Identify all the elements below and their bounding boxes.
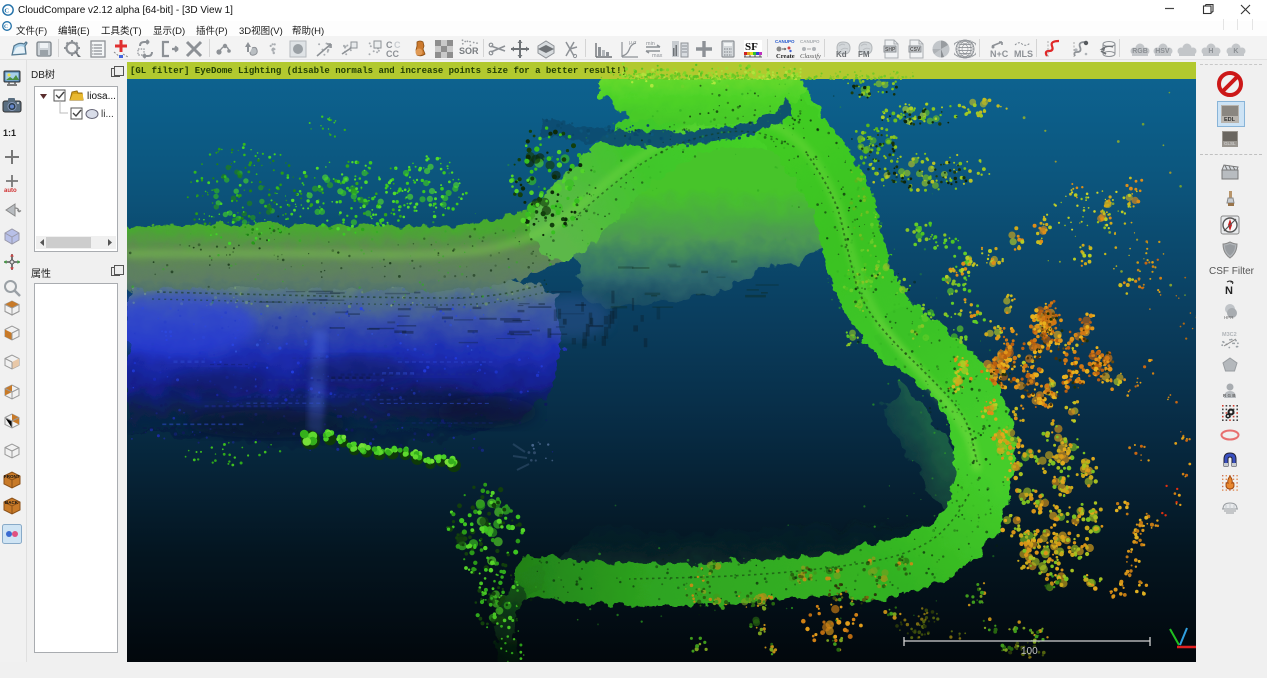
svg-text:HSV: HSV (1155, 48, 1170, 55)
svg-text:C: C (4, 24, 8, 30)
svg-text:MLS: MLS (1014, 49, 1033, 59)
svg-text:li...: li... (101, 109, 114, 120)
svg-text:max: max (652, 53, 663, 59)
svg-text:CANUPO: CANUPO (775, 39, 795, 44)
svg-text:CSV: CSV (910, 47, 921, 53)
svg-text:SOR: SOR (459, 46, 479, 56)
svg-text:H: H (1208, 48, 1213, 55)
svg-text:μ,σ: μ,σ (629, 40, 637, 46)
svg-text:Create: Create (776, 53, 795, 60)
svg-text:SHP: SHP (885, 47, 896, 53)
svg-text:liosa...: liosa... (87, 91, 116, 102)
svg-text:K: K (1233, 48, 1238, 55)
svg-text:BACK: BACK (5, 500, 19, 505)
svg-text:C: C (4, 7, 9, 14)
svg-text:Kd: Kd (836, 50, 847, 59)
svg-text:Classify: Classify (800, 53, 821, 60)
svg-text:min: min (646, 41, 655, 47)
svg-text:CC: CC (386, 49, 399, 59)
svg-text:FM: FM (858, 50, 870, 59)
svg-text:CANUPO: CANUPO (800, 39, 820, 44)
svg-text:FRONT: FRONT (4, 474, 20, 479)
svg-text:auto: auto (4, 188, 17, 193)
svg-text:N+C: N+C (990, 49, 1009, 59)
svg-text:SF: SF (745, 41, 758, 53)
svg-text:RGB: RGB (1132, 48, 1148, 55)
svg-text:1:1: 1:1 (3, 128, 16, 138)
svg-text:100: 100 (1021, 646, 1038, 657)
